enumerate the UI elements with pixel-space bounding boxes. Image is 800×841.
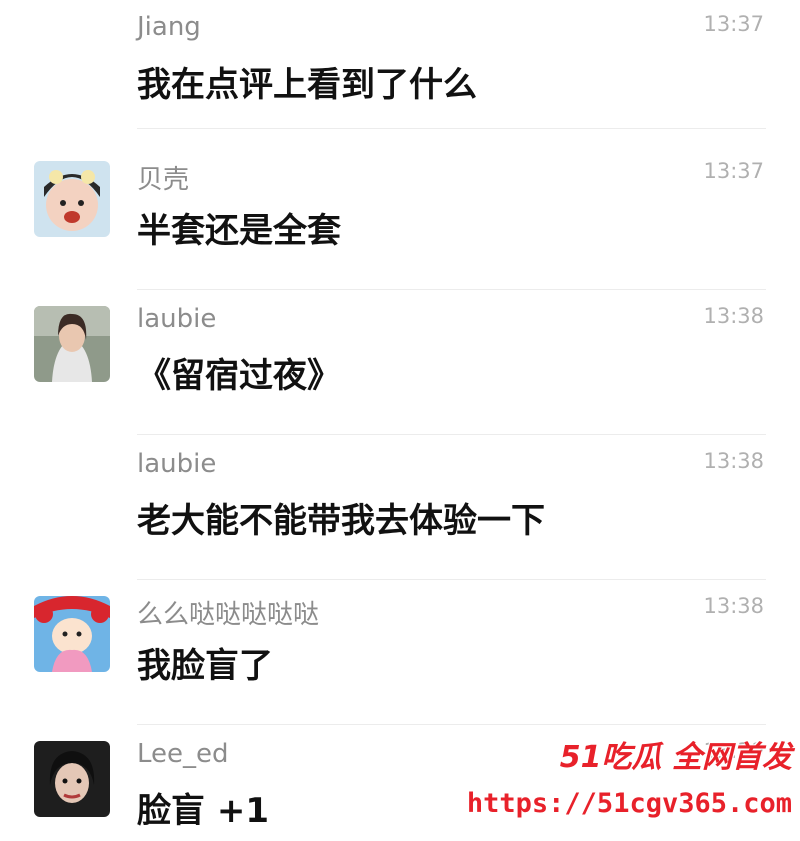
chat-message[interactable]: 么么哒哒哒哒哒 13:38 我脸盲了 <box>0 580 800 725</box>
sender-name: Jiang <box>137 12 201 42</box>
sender-name: laubie <box>137 304 217 334</box>
message-time: 13:38 <box>703 594 764 618</box>
message-text: 《留宿过夜》 <box>137 356 341 396</box>
chat-message[interactable]: laubie 13:38 老大能不能带我去体验一下 <box>0 435 800 580</box>
avatar[interactable] <box>34 161 110 237</box>
message-time: 13:37 <box>703 159 764 183</box>
watermark-url: https://51cgv365.com <box>466 788 792 819</box>
sender-name: Lee_ed <box>137 739 229 769</box>
sender-name: laubie <box>137 449 217 479</box>
avatar[interactable] <box>34 741 110 817</box>
message-text: 脸盲 +1 <box>137 791 269 831</box>
sender-name: 贝壳 <box>137 165 190 195</box>
chat-message[interactable]: Jiang 13:37 我在点评上看到了什么 <box>0 0 800 145</box>
message-text: 我脸盲了 <box>137 646 273 686</box>
message-time: 13:38 <box>703 304 764 328</box>
chat-message[interactable]: laubie 13:38 《留宿过夜》 <box>0 290 800 435</box>
divider <box>137 128 766 129</box>
message-text: 半套还是全套 <box>137 211 341 251</box>
chat-message[interactable]: 贝壳 13:37 半套还是全套 <box>0 145 800 290</box>
watermark: 51吃瓜 全网首发 https://51cgv365.com <box>467 732 800 841</box>
avatar[interactable] <box>34 306 110 382</box>
watermark-brand: 51吃瓜 全网首发 <box>559 740 792 775</box>
avatar[interactable] <box>34 596 110 672</box>
message-text: 我在点评上看到了什么 <box>137 65 477 105</box>
message-time: 13:38 <box>703 449 764 473</box>
sender-name: 么么哒哒哒哒哒 <box>137 600 320 630</box>
message-text: 老大能不能带我去体验一下 <box>137 501 545 541</box>
message-time: 13:37 <box>703 12 764 36</box>
